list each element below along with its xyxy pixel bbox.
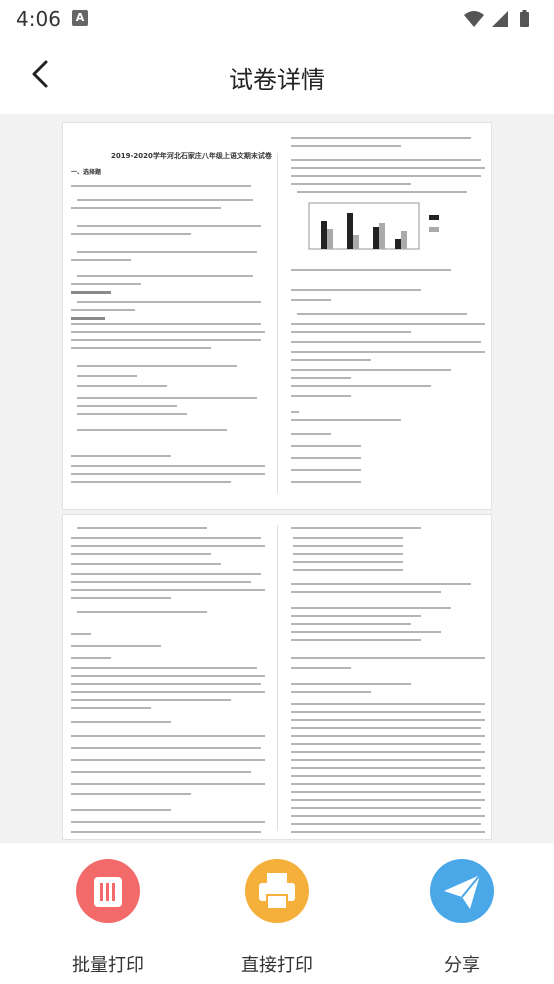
top-navigation-bar: 试卷详情 <box>0 38 554 114</box>
batch-print-label: 批量打印 <box>72 955 144 976</box>
signal-icon <box>492 11 508 27</box>
exam-page-2 <box>62 514 492 840</box>
share-label: 分享 <box>444 955 480 976</box>
page2-left-column-text <box>71 527 265 833</box>
column-divider <box>277 525 278 831</box>
bar-chart-figure <box>308 202 439 250</box>
direct-print-label: 直接打印 <box>241 955 313 976</box>
notification-app-icon: A <box>72 10 88 26</box>
page1-right-column-text <box>291 137 485 483</box>
status-time: 4:06 <box>16 7 61 31</box>
share-icon <box>430 859 494 923</box>
column-divider <box>277 153 278 493</box>
batch-print-button[interactable]: 批量打印 <box>38 859 178 979</box>
page1-left-column-text <box>71 185 265 483</box>
printer-icon <box>245 859 309 923</box>
direct-print-button[interactable]: 直接打印 <box>207 859 347 979</box>
status-indicators <box>464 10 529 27</box>
bottom-action-bar: 批量打印 直接打印 分享 <box>0 842 554 984</box>
batch-print-icon <box>76 859 140 923</box>
document-preview[interactable]: 2019-2020学年河北石家庄八年级上语文期末试卷 一、选择题 <box>0 114 554 842</box>
wifi-icon <box>464 11 484 27</box>
page2-right-column-text <box>291 527 485 833</box>
status-bar: 4:06 A <box>0 0 554 38</box>
battery-icon <box>520 10 529 27</box>
page-title: 试卷详情 <box>229 66 325 94</box>
exam-page-1: 2019-2020学年河北石家庄八年级上语文期末试卷 一、选择题 <box>62 122 492 510</box>
share-button[interactable]: 分享 <box>392 859 532 979</box>
